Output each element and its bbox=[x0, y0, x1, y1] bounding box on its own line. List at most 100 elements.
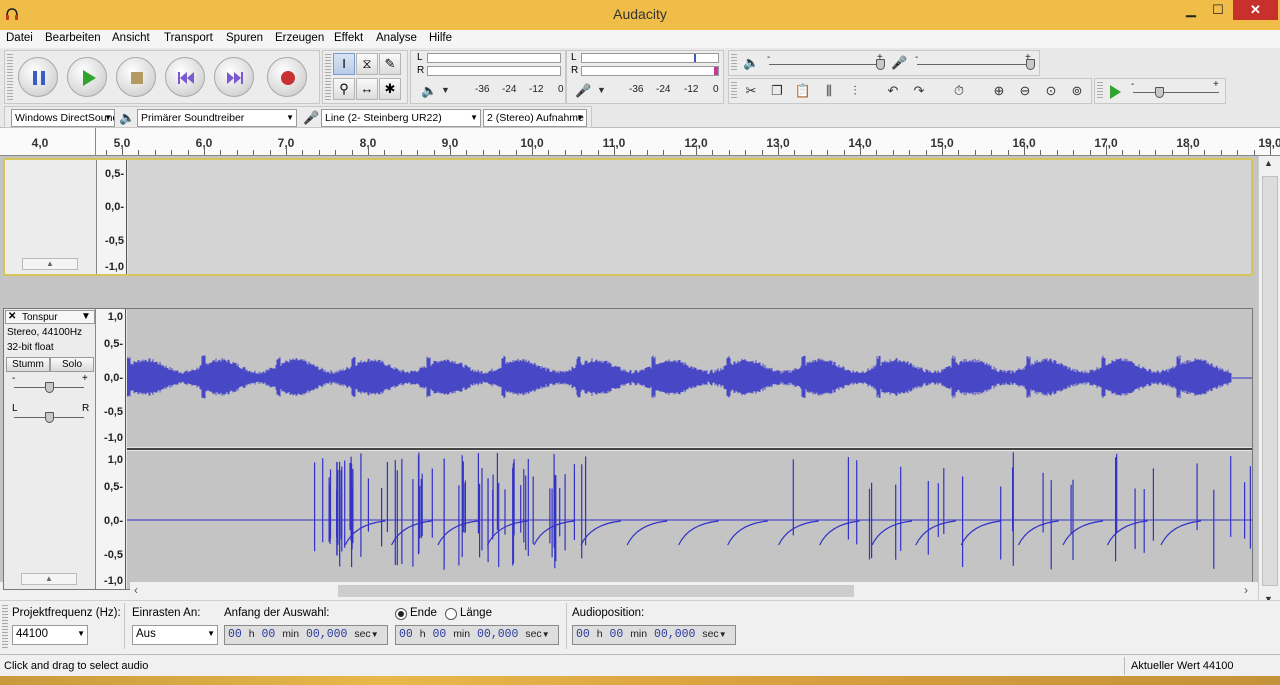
close-track-icon[interactable]: ✕ bbox=[8, 311, 16, 322]
paste-icon[interactable]: 📋 bbox=[793, 83, 813, 99]
track-title-bar[interactable]: ✕ Tonspur ▼ bbox=[5, 310, 95, 324]
audio-track-tonspur[interactable]: ✕ Tonspur ▼ Stereo, 44100Hz 32-bit float… bbox=[3, 308, 1253, 590]
snap-value: Aus bbox=[136, 628, 156, 640]
microphone-icon[interactable]: 🎤 bbox=[575, 83, 591, 99]
format-menu-arrow-icon[interactable]: ▼ bbox=[542, 630, 550, 639]
horizontal-scrollbar[interactable]: ‹ › bbox=[130, 582, 1258, 600]
meter-menu-arrow-icon[interactable]: ▼ bbox=[441, 85, 450, 95]
play-at-speed-icon[interactable] bbox=[1107, 84, 1123, 100]
mute-button[interactable]: Stumm bbox=[6, 357, 50, 372]
close-window-button[interactable]: ✕ bbox=[1233, 0, 1278, 20]
vertical-scrollbar[interactable]: ▲ ▼ bbox=[1258, 156, 1280, 608]
skip-to-end-button[interactable] bbox=[214, 57, 254, 97]
stereo-waveform[interactable] bbox=[127, 309, 1252, 589]
length-radio[interactable] bbox=[445, 608, 457, 620]
playback-meter-left[interactable] bbox=[427, 53, 561, 63]
project-rate-select[interactable]: 44100 ▼ bbox=[12, 625, 88, 645]
menu-ansicht[interactable]: Ansicht bbox=[112, 32, 150, 44]
speed-slider[interactable] bbox=[1133, 92, 1219, 93]
toolbar-grip[interactable] bbox=[731, 82, 737, 100]
menu-erzeugen[interactable]: Erzeugen bbox=[275, 32, 324, 44]
output-volume-slider[interactable] bbox=[769, 64, 881, 65]
audio-host-select[interactable]: Windows DirectSound ▼ bbox=[11, 109, 115, 127]
record-meter-right[interactable] bbox=[581, 66, 719, 76]
redo-icon[interactable]: ↷ bbox=[909, 83, 929, 99]
snap-select[interactable]: Aus ▼ bbox=[132, 625, 218, 645]
speed-slider-thumb[interactable] bbox=[1155, 87, 1164, 98]
menu-analyse[interactable]: Analyse bbox=[376, 32, 417, 44]
zoom-tool-button[interactable]: ⚲ bbox=[333, 78, 355, 100]
sync-lock-icon[interactable]: ⏱ bbox=[949, 83, 969, 99]
input-volume-slider[interactable] bbox=[917, 64, 1029, 65]
fit-selection-icon[interactable]: ⊙ bbox=[1041, 83, 1061, 99]
end-radio[interactable] bbox=[395, 608, 407, 620]
track-menu-arrow-icon[interactable]: ▼ bbox=[81, 311, 91, 322]
input-volume-thumb[interactable] bbox=[1026, 59, 1035, 70]
trim-icon[interactable]: ⫼ bbox=[819, 83, 839, 99]
copy-icon[interactable]: ❐ bbox=[767, 83, 787, 99]
scroll-right-icon[interactable]: › bbox=[1244, 583, 1248, 597]
length-radio-label[interactable]: Länge bbox=[460, 607, 492, 619]
toolbar-grip[interactable] bbox=[731, 54, 737, 72]
zoom-out-icon[interactable]: ⊖ bbox=[1015, 83, 1035, 99]
audio-position-time[interactable]: 00 h 00 min 00,000 sec▼ bbox=[572, 625, 736, 645]
undo-icon[interactable]: ↶ bbox=[883, 83, 903, 99]
toolbar-grip[interactable] bbox=[1097, 82, 1103, 100]
scroll-up-icon[interactable]: ▲ bbox=[1264, 158, 1273, 168]
play-button[interactable] bbox=[67, 57, 107, 97]
cut-icon[interactable]: ✂ bbox=[741, 83, 761, 99]
toolbar-grip[interactable] bbox=[7, 54, 13, 100]
horizontal-scroll-thumb[interactable] bbox=[338, 585, 854, 597]
vertical-scroll-thumb[interactable] bbox=[1262, 176, 1278, 586]
solo-button[interactable]: Solo bbox=[50, 357, 94, 372]
stop-button[interactable] bbox=[116, 57, 156, 97]
speaker-icon[interactable]: 🔈 bbox=[421, 83, 437, 99]
scroll-left-icon[interactable]: ‹ bbox=[134, 583, 138, 597]
skip-to-start-button[interactable] bbox=[165, 57, 205, 97]
format-menu-arrow-icon[interactable]: ▼ bbox=[371, 630, 379, 639]
zoom-in-icon[interactable]: ⊕ bbox=[989, 83, 1009, 99]
menu-datei[interactable]: Datei bbox=[6, 32, 33, 44]
menu-effekt[interactable]: Effekt bbox=[334, 32, 363, 44]
record-button[interactable] bbox=[267, 57, 307, 97]
meter-menu-arrow-icon[interactable]: ▼ bbox=[597, 85, 606, 95]
toolbar-grip[interactable] bbox=[325, 54, 331, 100]
selection-tool-button[interactable]: I bbox=[333, 53, 355, 75]
timeline-ruler[interactable]: 4,0 5,0 6,0 7,0 8,0 9,0 10,0 11,0 12,0 13,0 14,0 15… bbox=[0, 128, 1280, 156]
output-device-select[interactable]: Primärer Soundtreiber ▼ bbox=[137, 109, 297, 127]
minimize-button[interactable]: ▁ bbox=[1178, 0, 1204, 20]
track-control-panel[interactable]: ✕ Tonspur ▼ Stereo, 44100Hz 32-bit float… bbox=[4, 309, 96, 589]
menu-transport[interactable]: Transport bbox=[164, 32, 213, 44]
menu-bearbeiten[interactable]: Bearbeiten bbox=[45, 32, 101, 44]
pause-button[interactable] bbox=[18, 57, 58, 97]
waveform-empty[interactable] bbox=[128, 160, 1251, 274]
gain-slider-thumb[interactable] bbox=[45, 382, 54, 393]
format-menu-arrow-icon[interactable]: ▼ bbox=[719, 630, 727, 639]
timeshift-tool-button[interactable]: ↔ bbox=[356, 78, 378, 100]
envelope-tool-button[interactable]: ⧖ bbox=[356, 53, 378, 75]
selection-end-time[interactable]: 00 h 00 min 00,000 sec▼ bbox=[395, 625, 559, 645]
output-volume-thumb[interactable] bbox=[876, 59, 885, 70]
multi-tool-button[interactable]: ✱ bbox=[379, 78, 401, 100]
collapse-track-button[interactable]: ▲ bbox=[22, 258, 78, 270]
audio-track-1[interactable]: ▲ 0,5- 0,0- -0,5 -1,0 bbox=[3, 158, 1253, 276]
menu-spuren[interactable]: Spuren bbox=[226, 32, 263, 44]
toolbar-grip[interactable] bbox=[2, 605, 8, 649]
fit-project-icon[interactable]: ⊚ bbox=[1067, 83, 1087, 99]
playback-meter-right[interactable] bbox=[427, 66, 561, 76]
collapse-track-button[interactable]: ▲ bbox=[21, 573, 77, 585]
menu-hilfe[interactable]: Hilfe bbox=[429, 32, 452, 44]
record-meter-left[interactable] bbox=[581, 53, 719, 63]
input-device-select[interactable]: Line (2- Steinberg UR22) ▼ bbox=[321, 109, 481, 127]
end-radio-label[interactable]: Ende bbox=[410, 607, 437, 619]
track-area[interactable]: ▲ 0,5- 0,0- -0,5 -1,0 ✕ Tonspur ▼ Stereo… bbox=[0, 156, 1258, 590]
pan-slider-thumb[interactable] bbox=[45, 412, 54, 423]
draw-tool-button[interactable]: ✎ bbox=[379, 53, 401, 75]
silence-icon[interactable]: ⫶ bbox=[845, 83, 865, 99]
track-name[interactable]: Tonspur bbox=[22, 312, 58, 323]
selection-start-time[interactable]: 00 h 00 min 00,000 sec▼ bbox=[224, 625, 388, 645]
audio-host-value: Windows DirectSound bbox=[15, 112, 115, 124]
track-control-panel[interactable]: ▲ bbox=[5, 160, 97, 274]
input-channels-select[interactable]: 2 (Stereo) Aufnahme ▼ bbox=[483, 109, 587, 127]
maximize-button[interactable]: ☐ bbox=[1205, 0, 1231, 20]
